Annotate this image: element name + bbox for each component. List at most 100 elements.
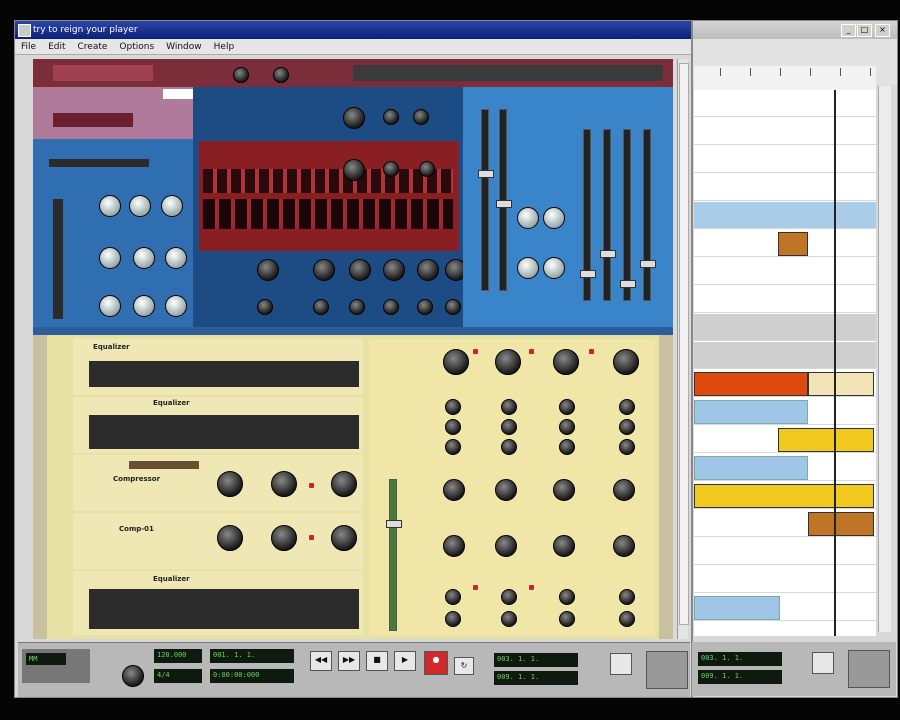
filter-knob[interactable] [133,247,155,269]
comp01-knob[interactable] [217,525,243,551]
track-lane[interactable] [694,538,876,565]
play-button[interactable]: ▶ [394,651,416,671]
seq-right-locator[interactable]: 009. 1. 1. [698,670,782,684]
mixer-knob[interactable] [273,67,289,83]
track-lane[interactable] [694,426,876,453]
compressor-knob[interactable] [217,471,243,497]
compressor-knob[interactable] [331,471,357,497]
malstrom-knob[interactable] [417,299,433,315]
mixer-knob[interactable] [233,67,249,83]
track-lane[interactable] [694,118,876,145]
malstrom-knob[interactable] [349,299,365,315]
seq-pattern-button[interactable] [812,652,834,674]
menu-item-help[interactable]: Help [214,39,235,54]
comp01-knob[interactable] [331,525,357,551]
rack-scrollbar[interactable] [677,59,689,639]
channel-knob[interactable] [443,535,465,557]
channel-knob[interactable] [613,349,639,375]
track-lane[interactable] [694,202,876,229]
channel-knob[interactable] [619,439,635,455]
channel-knob[interactable] [501,439,517,455]
sequencer-toggle-button[interactable] [646,651,688,689]
lfo-knob[interactable] [543,257,565,279]
malstrom-knob[interactable] [383,109,399,125]
track-lane[interactable] [694,258,876,285]
song-position-marker[interactable] [834,90,836,636]
malstrom-knob[interactable] [313,259,335,281]
channel-knob[interactable] [559,589,575,605]
track-lane[interactable] [694,90,876,117]
env-knob[interactable] [165,295,187,317]
channel-knob[interactable] [501,589,517,605]
malstrom-knob[interactable] [417,259,439,281]
master-volume-knob[interactable] [122,665,144,687]
midi-clip[interactable] [808,512,874,536]
malstrom-knob[interactable] [257,299,273,315]
amp-fader[interactable] [600,129,616,301]
osc-knob[interactable] [161,195,183,217]
position-display[interactable]: 001. 1. 1. [210,649,294,663]
amp-fader[interactable] [620,129,636,301]
track-lane[interactable] [694,398,876,425]
stop-button[interactable]: ■ [366,651,388,671]
track-lane[interactable] [694,510,876,537]
lfo-knob[interactable] [543,207,565,229]
malstrom-knob[interactable] [343,107,365,129]
channel-knob[interactable] [501,399,517,415]
track-lane[interactable] [694,566,876,593]
channel-fader[interactable] [386,479,402,631]
channel-knob[interactable] [443,479,465,501]
amp-fader[interactable] [580,129,596,301]
midi-clip[interactable] [694,372,808,396]
channel-knob[interactable] [443,349,469,375]
malstrom-knob[interactable] [349,259,371,281]
menu-item-options[interactable]: Options [119,39,154,54]
scrollbar-thumb[interactable] [679,63,689,625]
midi-clip[interactable] [694,596,780,620]
channel-knob[interactable] [559,399,575,415]
tempo-display[interactable]: 120.000 [154,649,202,663]
track-lane[interactable] [694,286,876,313]
channel-knob[interactable] [445,399,461,415]
envelope-fader[interactable] [496,109,512,291]
malstrom-knob[interactable] [313,299,329,315]
compressor-knob[interactable] [271,471,297,497]
channel-knob[interactable] [495,349,521,375]
sequencer-arrangement[interactable] [694,90,876,636]
menu-item-edit[interactable]: Edit [48,39,65,54]
track-lane[interactable] [694,314,876,341]
env-knob[interactable] [99,295,121,317]
minimize-button[interactable]: _ [841,24,856,37]
malstrom-knob[interactable] [383,161,399,177]
track-lane[interactable] [694,174,876,201]
channel-knob[interactable] [559,439,575,455]
close-button[interactable]: × [875,24,890,37]
midi-clip[interactable] [778,428,874,452]
track-lane[interactable] [694,230,876,257]
channel-knob[interactable] [559,419,575,435]
record-button[interactable]: ● [424,651,448,675]
track-lane[interactable] [694,146,876,173]
midi-clip[interactable] [778,232,808,256]
menu-item-create[interactable]: Create [78,39,108,54]
midi-clip[interactable] [808,372,874,396]
seq-left-locator[interactable]: 003. 1. 1. [698,652,782,666]
loop-button[interactable]: ↻ [454,657,474,675]
channel-knob[interactable] [619,589,635,605]
malstrom-knob[interactable] [343,159,365,181]
track-lane[interactable] [694,482,876,509]
track-lane[interactable] [694,594,876,621]
envelope-fader[interactable] [478,109,494,291]
channel-knob[interactable] [619,611,635,627]
menu-item-file[interactable]: File [21,39,36,54]
seq-toggle-button[interactable] [848,650,890,688]
malstrom-knob[interactable] [383,299,399,315]
sequencer-scrollbar[interactable] [878,86,891,632]
channel-knob[interactable] [501,611,517,627]
channel-knob[interactable] [559,611,575,627]
channel-knob[interactable] [619,419,635,435]
channel-knob[interactable] [445,611,461,627]
malstrom-knob[interactable] [257,259,279,281]
midi-clip[interactable] [694,484,874,508]
channel-knob[interactable] [553,535,575,557]
